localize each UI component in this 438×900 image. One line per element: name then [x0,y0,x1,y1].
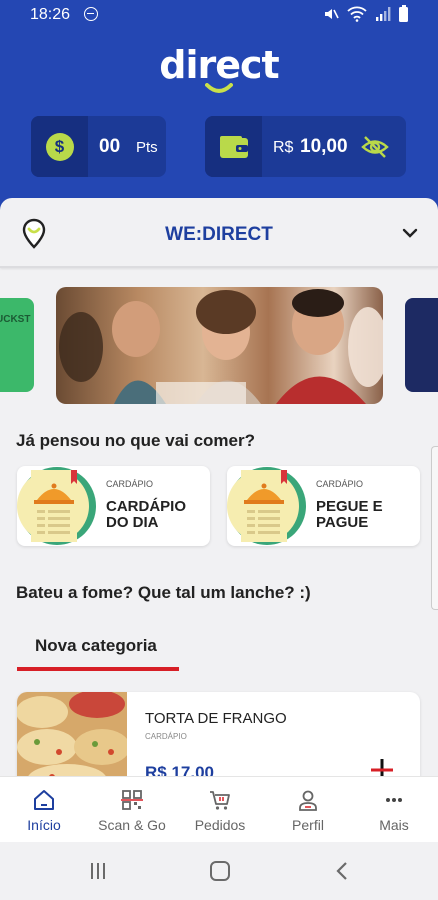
coin-icon: $ [45,132,74,161]
points-pill[interactable]: $ 00 Pts [31,116,166,177]
menu-section-title: Já pensou no que vai comer? [16,431,256,450]
nav-label: Início [27,817,61,833]
home-icon [34,790,54,810]
menu-card-kicker: CARDÁPIO [106,479,154,489]
nav-inicio[interactable]: Início [0,777,88,843]
product-name: TORTA DE FRANGO [145,710,287,727]
eye-off-icon[interactable] [361,133,389,161]
wallet-icon [219,135,248,158]
logo-text: direct [159,43,279,87]
cloche-menu-icon [227,467,306,545]
nav-label: Scan & Go [98,817,166,833]
battery-icon [399,4,408,22]
logo-smile-icon [205,83,233,93]
status-icons [323,4,408,22]
chevron-down-icon[interactable] [402,227,418,239]
more-icon [386,798,402,802]
do-not-disturb-icon [84,7,98,21]
nav-perfil[interactable]: Perfil [264,777,352,843]
nav-label: Perfil [292,817,324,833]
category-tab-indicator [17,667,179,671]
menu-card-name: CARDÁPIO DO DIA [106,498,187,531]
person-icon [299,790,317,811]
menu-card-name: PEGUE E PAGUE [316,498,383,531]
app-header: 18:26 direct $ 00 Pts R$ 10,00 [0,0,438,230]
carousel-card-next[interactable] [405,298,438,392]
points-value: 00 [99,136,121,157]
status-time: 18:26 [30,6,71,23]
nav-mais[interactable]: Mais [350,777,438,843]
points-unit: Pts [136,139,158,156]
recents-icon[interactable] [89,862,107,880]
currency-symbol: R$ [273,139,294,156]
product-kicker: CARDÁPIO [145,732,187,741]
cart-icon [210,791,230,810]
back-icon[interactable] [335,862,349,880]
cloche-menu-icon [17,467,96,545]
points-icon-box: $ [31,116,88,177]
mute-icon [325,9,339,19]
signal-icon [376,7,391,21]
category-tab[interactable]: Nova categoria [35,636,157,656]
nav-label: Pedidos [194,817,246,833]
location-name[interactable]: WE:DIRECT [0,224,438,246]
nav-pedidos[interactable]: Pedidos [176,777,264,843]
brand-logo: direct [0,43,438,93]
qr-code-icon [121,790,143,810]
carousel-card-previous-label: UCKST [0,314,31,325]
nav-label: Mais [379,817,409,833]
carousel-card-previous[interactable]: UCKST [0,298,34,392]
status-bar: 18:26 [0,0,438,30]
balance-value: 10,00 [300,136,348,157]
bottom-navigation: Início Scan & Go Pedidos Perfil Mais [0,776,438,842]
menu-card-kicker: CARDÁPIO [316,479,364,489]
home-button-icon[interactable] [210,861,230,881]
wallet-icon-box [205,116,262,177]
menu-card-pegue-e-pague[interactable]: CARDÁPIO PEGUE E PAGUE [227,466,420,546]
system-navigation-bar [0,842,438,900]
nav-scan-and-go[interactable]: Scan & Go [88,777,176,843]
snack-section-title: Bateu a fome? Que tal um lanche? :) [16,583,311,602]
wallet-pill[interactable]: R$ 10,00 [205,116,406,177]
menu-card-cardapio-do-dia[interactable]: CARDÁPIO CARDÁPIO DO DIA [17,466,210,546]
promo-banner[interactable] [56,287,383,404]
banner-photo-illustration [59,289,383,404]
side-drawer-handle[interactable] [431,446,438,610]
wifi-icon [347,6,367,22]
